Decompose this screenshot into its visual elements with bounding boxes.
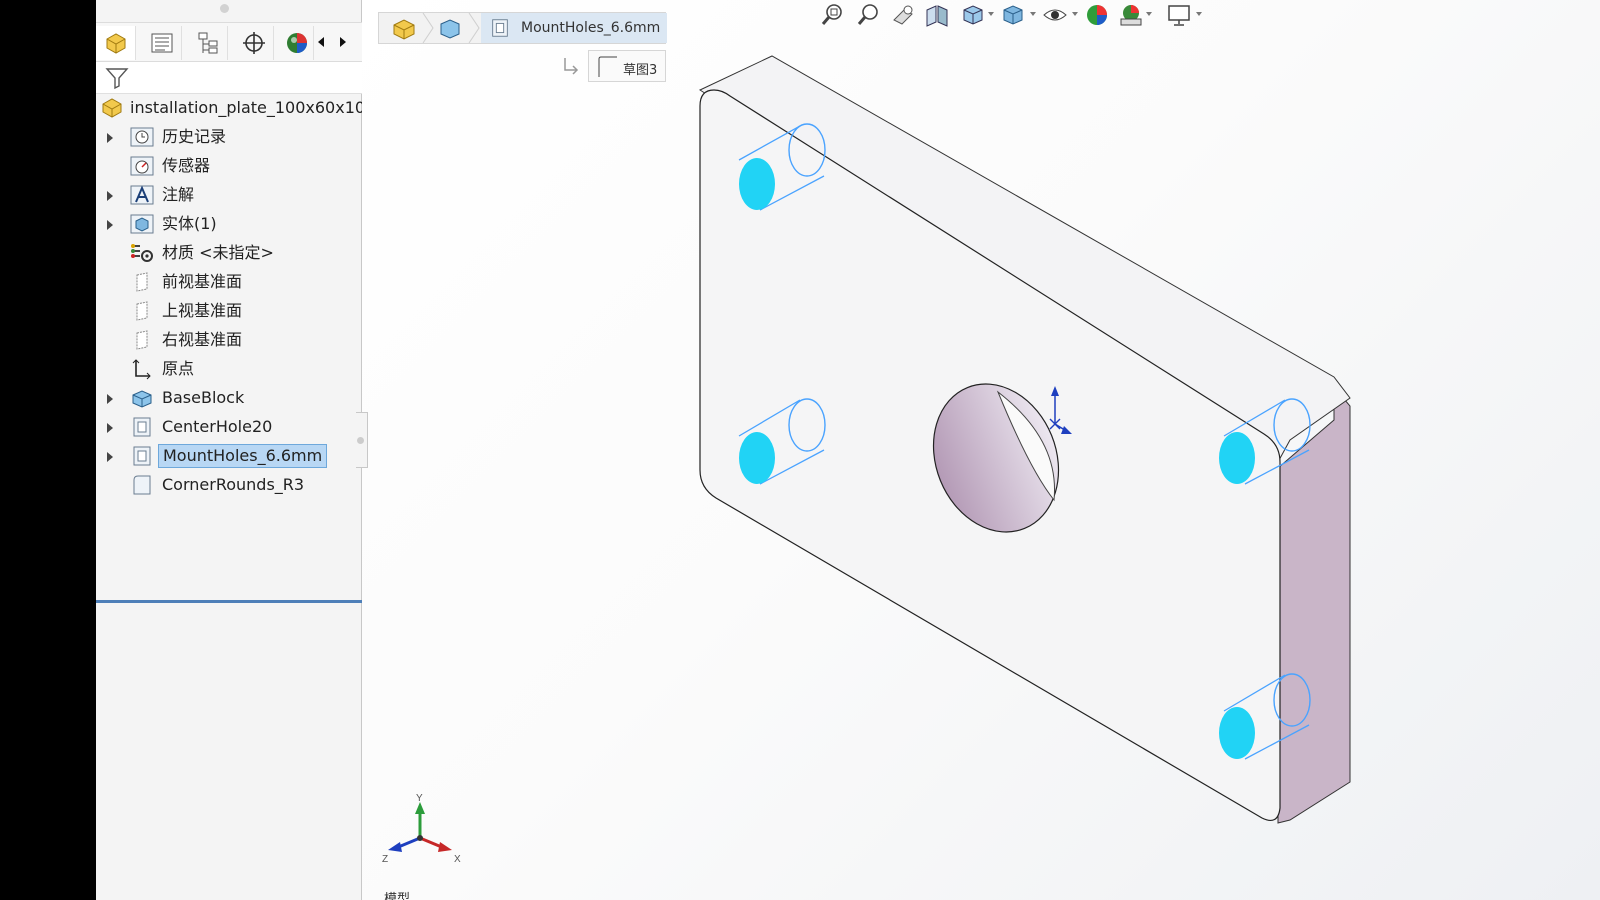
part-icon bbox=[102, 98, 122, 118]
tree-item-label: BaseBlock bbox=[162, 388, 245, 407]
fillet-icon bbox=[133, 475, 151, 495]
tree-item-material[interactable]: 材质 <未指定> bbox=[96, 239, 362, 268]
history-icon bbox=[130, 127, 154, 147]
tab-property-manager[interactable] bbox=[142, 26, 182, 60]
filter-icon[interactable] bbox=[104, 65, 130, 91]
expand-arrow-icon[interactable] bbox=[107, 423, 113, 433]
panel-tabs bbox=[96, 22, 362, 62]
origin-icon bbox=[132, 359, 151, 380]
tree-item-label: CornerRounds_R3 bbox=[162, 475, 305, 494]
cut-feature-icon bbox=[133, 417, 151, 437]
tree-item-label: 实体(1) bbox=[162, 214, 217, 233]
tree-item-label: 右视基准面 bbox=[162, 330, 243, 349]
tree-item-label: 注解 bbox=[162, 185, 195, 204]
view-triad: Y X Z bbox=[382, 793, 461, 865]
rollback-bar[interactable] bbox=[96, 600, 362, 603]
tree-item-centerhole[interactable]: CenterHole20 bbox=[96, 413, 362, 442]
tree-item-label: 材质 <未指定> bbox=[162, 243, 274, 262]
triad-y-label: Y bbox=[416, 793, 423, 804]
tab-dimxpert[interactable] bbox=[234, 26, 274, 60]
expand-arrow-icon[interactable] bbox=[107, 133, 113, 143]
solid-bodies-icon bbox=[130, 214, 154, 234]
feature-manager-icon bbox=[106, 33, 125, 54]
extrude-icon bbox=[132, 390, 152, 408]
sensor-icon bbox=[130, 156, 154, 176]
tree-item-origin[interactable]: 原点 bbox=[96, 355, 362, 384]
tree-item-annotations[interactable]: 注解 bbox=[96, 181, 362, 210]
tree-item-top-plane[interactable]: 上视基准面 bbox=[96, 297, 362, 326]
part-model[interactable] bbox=[362, 0, 1600, 900]
tree-item-baseblock[interactable]: BaseBlock bbox=[96, 384, 362, 413]
tree-item-label: 原点 bbox=[162, 359, 195, 378]
document-title: installation_plate_100x60x10 bbox=[130, 98, 366, 117]
expand-arrow-icon[interactable] bbox=[107, 191, 113, 201]
tree-item-label: 前视基准面 bbox=[162, 272, 243, 291]
tree-item-sensors[interactable]: 传感器 bbox=[96, 152, 362, 181]
triad-z-label: Z bbox=[382, 854, 388, 865]
tree-root[interactable]: installation_plate_100x60x10 bbox=[96, 94, 366, 123]
cut-feature-icon bbox=[133, 446, 151, 466]
plate-side-face[interactable] bbox=[1277, 385, 1351, 824]
property-manager-icon bbox=[151, 33, 172, 53]
tree-item-label: 上视基准面 bbox=[162, 301, 243, 320]
material-icon bbox=[131, 244, 153, 262]
tree-item-label: 历史记录 bbox=[162, 127, 227, 146]
tab-scroll-right-icon[interactable] bbox=[340, 37, 346, 47]
tab-scroll-left-icon[interactable] bbox=[318, 37, 324, 47]
tab-configuration-manager[interactable] bbox=[188, 26, 228, 60]
plane-icon bbox=[136, 301, 148, 321]
filter-row bbox=[96, 62, 362, 94]
model-tab-label[interactable]: 模型 bbox=[384, 888, 410, 900]
plane-icon bbox=[136, 272, 148, 292]
expand-arrow-icon[interactable] bbox=[107, 452, 113, 462]
tree-item-history[interactable]: 历史记录 bbox=[96, 123, 362, 152]
panel-grip[interactable] bbox=[220, 4, 229, 13]
annotation-icon bbox=[130, 185, 154, 205]
plane-icon bbox=[136, 330, 148, 350]
left-black-bar bbox=[0, 0, 96, 900]
tree-item-solid-bodies[interactable]: 实体(1) bbox=[96, 210, 362, 239]
expand-arrow-icon[interactable] bbox=[107, 394, 113, 404]
appearance-icon bbox=[286, 33, 307, 53]
tree-item-label: CenterHole20 bbox=[162, 417, 273, 436]
tree-item-front-plane[interactable]: 前视基准面 bbox=[96, 268, 362, 297]
tree-item-label: MountHoles_6.6mm bbox=[158, 444, 328, 468]
app-window: installation_plate_100x60x10 历史记录 传感器 注解… bbox=[0, 0, 1600, 900]
tree-item-label: 传感器 bbox=[162, 156, 211, 175]
configuration-manager-icon bbox=[198, 32, 217, 54]
tree-item-cornerrounds[interactable]: CornerRounds_R3 bbox=[96, 471, 362, 500]
tree-item-right-plane[interactable]: 右视基准面 bbox=[96, 326, 362, 355]
triad-x-label: X bbox=[454, 854, 461, 865]
expand-arrow-icon[interactable] bbox=[107, 220, 113, 230]
feature-manager-panel: installation_plate_100x60x10 历史记录 传感器 注解… bbox=[96, 0, 366, 900]
tab-feature-manager[interactable] bbox=[96, 26, 136, 60]
tab-display-manager[interactable] bbox=[280, 26, 314, 60]
crosshair-icon bbox=[242, 32, 265, 54]
tree-item-mountholes[interactable]: MountHoles_6.6mm bbox=[96, 442, 362, 471]
